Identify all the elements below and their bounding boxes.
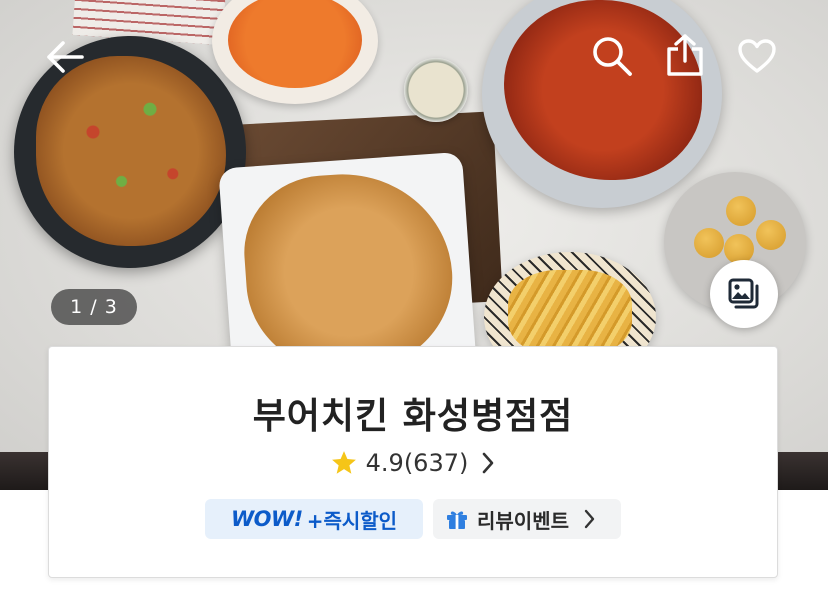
photo-gallery-button[interactable] <box>710 260 778 328</box>
share-icon <box>667 34 703 76</box>
review-event-label: 리뷰이벤트 <box>477 508 569 533</box>
search-icon <box>593 37 632 76</box>
review-event-badge[interactable]: 리뷰이벤트 <box>433 499 621 539</box>
search-button[interactable] <box>586 32 638 80</box>
photo-gallery-icon <box>728 278 759 309</box>
wow-label: WOW! <box>230 507 303 531</box>
wow-instant-discount-badge[interactable]: WOW! +즉시할인 <box>205 499 423 539</box>
favorite-button[interactable] <box>732 32 782 80</box>
drink-glass <box>404 58 468 122</box>
back-arrow-icon <box>47 41 84 73</box>
review-count: (637) <box>403 449 469 477</box>
share-button[interactable] <box>660 30 710 80</box>
rating-value: 4.9 <box>365 449 404 477</box>
gift-icon <box>447 511 467 529</box>
instant-discount-label: +즉시할인 <box>306 508 398 533</box>
rating-link[interactable]: 4.9 (637) <box>49 449 777 477</box>
back-button[interactable] <box>40 34 90 80</box>
tteokbokki-bowl <box>212 0 378 104</box>
store-info-card: 부어치킨 화성병점점 4.9 (637) WOW! +즉시할인 리뷰이벤트 <box>48 346 778 578</box>
image-counter: 1 / 3 <box>51 289 137 325</box>
store-detail-page: 1 / 3 부어치킨 화성병점점 4.9 (637) WOW! +즉시할인 리뷰… <box>0 0 828 612</box>
store-name: 부어치킨 화성병점점 <box>252 396 574 437</box>
chevron-right-icon <box>584 509 595 529</box>
star-icon <box>331 451 356 474</box>
chevron-right-icon <box>483 452 494 474</box>
promo-badges: WOW! +즉시할인 리뷰이벤트 <box>49 499 777 539</box>
heart-icon <box>738 39 776 73</box>
